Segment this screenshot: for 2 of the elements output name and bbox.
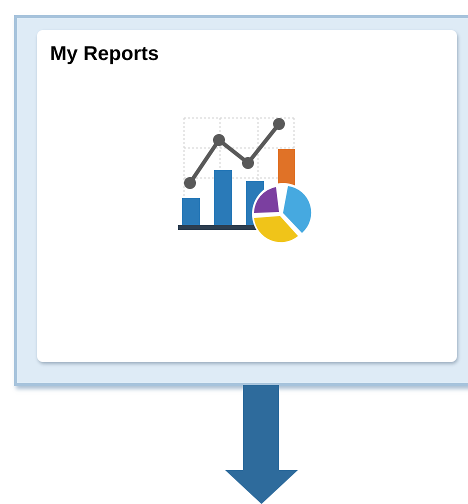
report-tile[interactable]: My Reports xyxy=(37,30,457,362)
tile-title: My Reports xyxy=(50,42,159,66)
